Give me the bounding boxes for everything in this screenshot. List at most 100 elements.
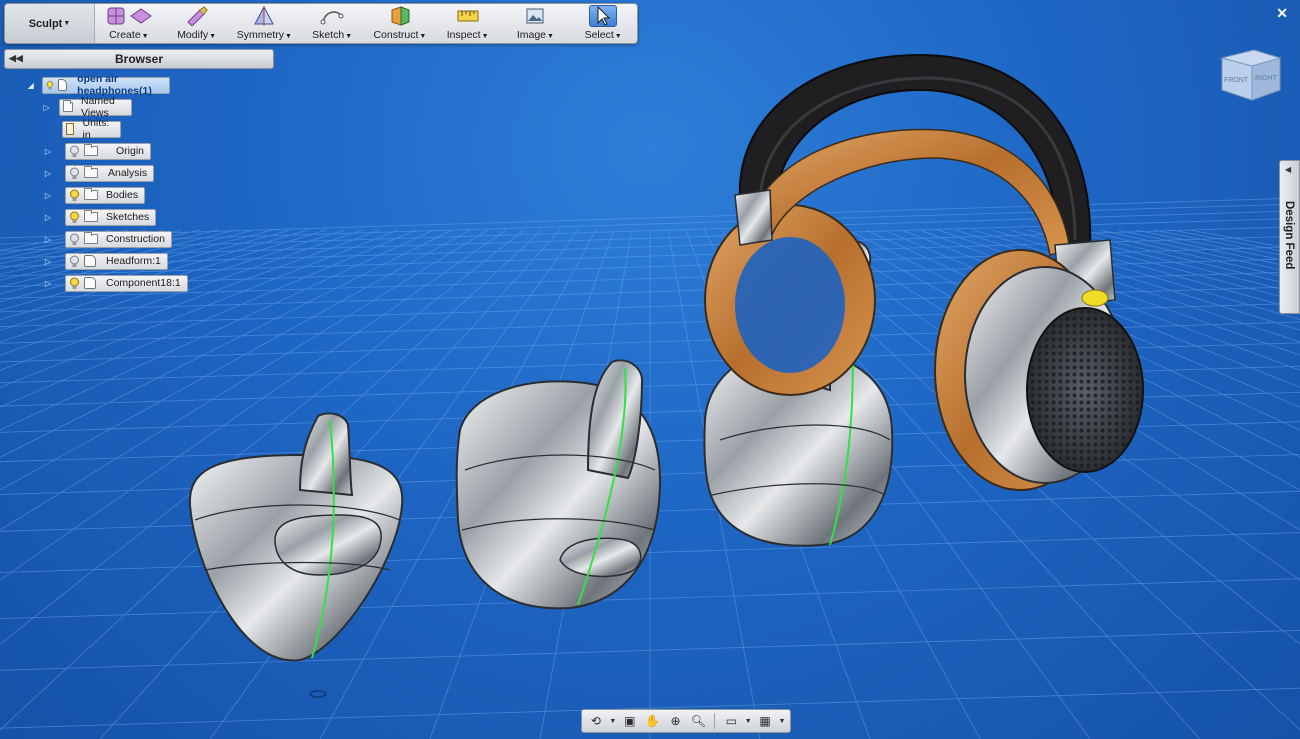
- tree-item[interactable]: ▷ Construction: [43, 230, 172, 248]
- modify-label: Modify: [177, 29, 209, 41]
- sketch-menu[interactable]: Sketch▼: [298, 4, 366, 43]
- bodies-node[interactable]: Bodies: [65, 186, 146, 204]
- origin-node[interactable]: Origin: [65, 142, 152, 160]
- lightbulb-icon[interactable]: [46, 79, 54, 92]
- design-feed-tab[interactable]: ◀ Design Feed: [1279, 160, 1300, 314]
- expand-triangle-icon[interactable]: ▷: [43, 257, 53, 266]
- browser-panel-header[interactable]: ◀◀ Browser: [4, 49, 274, 69]
- tree-item[interactable]: ▷ Origin: [43, 142, 152, 160]
- component-icon: [84, 277, 96, 289]
- ruler-icon: [457, 10, 479, 22]
- sketch-arc-icon: [320, 11, 344, 25]
- chevron-down-icon[interactable]: ▼: [609, 712, 617, 730]
- chevron-down-icon[interactable]: ▼: [744, 712, 752, 730]
- orbit-icon[interactable]: ⟲: [586, 712, 606, 730]
- expand-triangle-icon[interactable]: ▷: [43, 103, 50, 112]
- chevron-down-icon: ▼: [63, 20, 71, 27]
- analysis-node[interactable]: Analysis: [65, 164, 155, 182]
- browser-title: Browser: [114, 52, 164, 66]
- symmetry-menu[interactable]: Symmetry▼: [231, 4, 299, 43]
- zoom-fit-icon[interactable]: 🔍︎: [688, 712, 708, 730]
- image-menu[interactable]: Image▼: [502, 4, 570, 43]
- inspect-label: Inspect: [446, 29, 481, 41]
- picture-icon: [526, 8, 544, 24]
- component18-node[interactable]: Component18:1: [65, 274, 188, 292]
- units-node[interactable]: Units: in: [61, 117, 121, 141]
- tree-item[interactable]: ▷ Analysis: [43, 164, 155, 182]
- workspace-dropdown[interactable]: Sculpt ▼: [5, 4, 95, 43]
- folder-icon: [84, 210, 98, 222]
- separator: [714, 713, 716, 729]
- viewcube-right-label[interactable]: RIGHT: [1255, 75, 1278, 82]
- lightbulb-icon[interactable]: [69, 189, 80, 202]
- sketches-node[interactable]: Sketches: [65, 208, 157, 226]
- construction-node[interactable]: Construction: [65, 230, 172, 248]
- tree-root[interactable]: ◢ open air headphones(1): [27, 73, 170, 97]
- node-label: Units: in: [82, 117, 110, 141]
- zoom-window-icon[interactable]: ⊕: [666, 712, 686, 730]
- expand-triangle-icon[interactable]: ▷: [43, 279, 53, 288]
- folder-icon: [84, 188, 98, 200]
- modify-brush-icon: [186, 6, 208, 26]
- expand-triangle-icon[interactable]: ▷: [43, 213, 53, 222]
- chevron-down-icon[interactable]: ▼: [778, 712, 786, 730]
- root-component[interactable]: open air headphones(1): [42, 73, 170, 97]
- modify-menu[interactable]: Modify▼: [163, 4, 231, 43]
- workspace-label: Sculpt: [28, 17, 63, 30]
- node-label: Sketches: [106, 211, 150, 223]
- node-label: Analysis: [108, 167, 148, 179]
- expand-triangle-icon[interactable]: ▷: [43, 191, 53, 200]
- symmetry-label: Symmetry: [236, 29, 285, 41]
- folder-icon: [84, 232, 98, 244]
- design-feed-label: Design Feed: [1283, 201, 1295, 270]
- lightbulb-off-icon[interactable]: [69, 167, 80, 180]
- lightbulb-off-icon[interactable]: [69, 255, 80, 268]
- tree-item[interactable]: ▷ Headform:1: [43, 252, 168, 270]
- view-cube[interactable]: FRONT RIGHT: [1218, 44, 1284, 104]
- 3d-viewport[interactable]: [0, 0, 1300, 739]
- collapse-left-icon[interactable]: ◀◀: [9, 53, 23, 64]
- box-icon: [107, 7, 125, 25]
- node-label: Origin: [116, 145, 145, 157]
- tree-item[interactable]: Units: in: [43, 117, 121, 141]
- main-toolbar: Sculpt ▼ Create▼ Modify▼ Symmetry▼ Sketch…: [4, 3, 638, 44]
- lightbulb-icon[interactable]: [69, 211, 80, 224]
- tree-item[interactable]: ▷ Bodies: [43, 186, 146, 204]
- display-settings-icon[interactable]: ▭: [721, 712, 741, 730]
- select-menu[interactable]: Select▼: [569, 4, 637, 43]
- lightbulb-off-icon[interactable]: [69, 233, 80, 246]
- pan-hand-icon[interactable]: ✋: [643, 712, 663, 730]
- node-label: Named Views: [80, 95, 115, 119]
- tree-item[interactable]: ▷ Sketches: [43, 208, 157, 226]
- folder-icon: [62, 100, 73, 112]
- expand-triangle-icon[interactable]: ▷: [43, 147, 53, 156]
- lightbulb-icon[interactable]: [69, 277, 80, 290]
- viewcube-front-label[interactable]: FRONT: [1224, 77, 1249, 84]
- construct-menu[interactable]: Construct▼: [366, 4, 434, 43]
- component-icon: [57, 79, 68, 91]
- collapse-triangle-icon[interactable]: ◢: [27, 81, 35, 90]
- image-label: Image: [516, 29, 546, 41]
- tree-item[interactable]: ▷ Named Views: [43, 95, 132, 119]
- node-label: Bodies: [106, 189, 139, 201]
- symmetry-icon: [254, 6, 275, 26]
- plane-icon: [130, 8, 152, 24]
- named-views-node[interactable]: Named Views: [58, 95, 132, 119]
- lightbulb-off-icon[interactable]: [69, 145, 80, 158]
- sculpt-body-2[interactable]: [455, 359, 662, 610]
- inspect-menu[interactable]: Inspect▼: [434, 4, 502, 43]
- create-label: Create: [109, 29, 141, 41]
- expand-triangle-icon[interactable]: ▷: [43, 235, 53, 244]
- tree-item[interactable]: ▷ Component18:1: [43, 274, 188, 292]
- grid-settings-icon[interactable]: ▦: [755, 712, 775, 730]
- create-menu[interactable]: Create▼: [95, 4, 163, 43]
- component-icon: [84, 255, 96, 267]
- close-icon[interactable]: ✕: [1276, 5, 1288, 22]
- headform-node[interactable]: Headform:1: [65, 252, 168, 270]
- expand-left-icon[interactable]: ◀: [1285, 165, 1291, 174]
- expand-triangle-icon[interactable]: ▷: [43, 169, 53, 178]
- look-at-icon[interactable]: ▣: [620, 712, 640, 730]
- construct-label: Construct: [373, 29, 419, 41]
- select-label: Select: [584, 29, 614, 41]
- construct-plane-icon: [391, 6, 410, 26]
